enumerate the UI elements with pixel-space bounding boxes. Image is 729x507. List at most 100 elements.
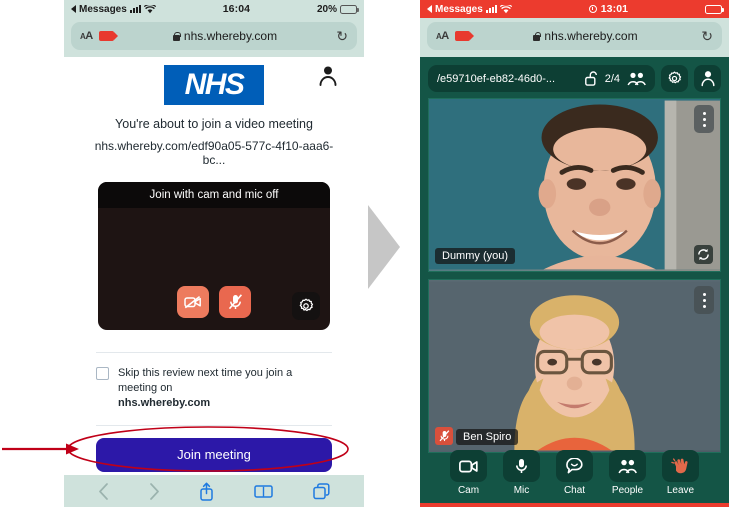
safari-url-bar[interactable]: AA nhs.whereby.com ↻	[71, 22, 357, 50]
microphone-muted-icon	[435, 427, 453, 445]
back-app-label: Messages	[435, 3, 483, 15]
camera-icon	[459, 460, 478, 472]
page-headline: You're about to join a video meeting	[115, 117, 313, 131]
whereby-room-bar: /e59710ef-eb82-46d0-... 2/4	[420, 57, 729, 98]
nhs-logo: NHS	[164, 65, 264, 105]
tabs-icon[interactable]	[313, 482, 330, 500]
gear-icon	[668, 71, 682, 84]
ios-status-bar-recording: Messages 13:01	[420, 0, 729, 18]
chevron-right-icon[interactable]	[149, 482, 160, 500]
join-meeting-button[interactable]: Join meeting	[96, 437, 332, 472]
tile-spacer	[420, 272, 729, 279]
status-bar-time: 16:04	[222, 3, 251, 15]
waving-hand-icon	[671, 458, 688, 474]
cam-label: Cam	[457, 485, 480, 496]
room-settings-button[interactable]	[661, 65, 688, 92]
toolbar-item-cam[interactable]: Cam	[447, 450, 491, 496]
camera-recording-icon	[454, 31, 474, 41]
url-text: nhs.whereby.com	[183, 29, 278, 43]
divider-bottom	[96, 424, 332, 426]
text-size-aa-button[interactable]: AA	[436, 30, 449, 42]
self-video-feed	[429, 100, 720, 270]
toolbar-item-people[interactable]: People	[606, 450, 650, 496]
person-icon[interactable]	[318, 65, 338, 87]
chat-label: Chat	[563, 485, 586, 496]
person-icon	[700, 71, 715, 87]
video-preview-panel: Join with cam and mic off	[98, 182, 330, 330]
status-bar-right	[705, 4, 724, 14]
preview-settings-button[interactable]	[292, 292, 320, 320]
profile-button[interactable]	[694, 65, 721, 92]
book-icon[interactable]	[254, 484, 274, 499]
ios-status-bar: Messages 16:04 20%	[64, 0, 364, 18]
padlock-icon	[533, 31, 542, 41]
whereby-bottom-toolbar: Cam Mic Chat People Leave	[420, 447, 729, 503]
back-app-label: Messages	[79, 3, 127, 15]
nhs-logo-text: NHS	[184, 68, 245, 101]
skip-review-line1: Skip this review next time you join a me…	[118, 367, 293, 394]
video-tile-participant[interactable]: Ben Spiro	[428, 279, 721, 453]
room-id-pill[interactable]: /e59710ef-eb82-46d0-... 2/4	[428, 65, 655, 92]
screenshot-root: Messages 16:04 20% AA nhs.whereby.com ↻ …	[0, 0, 729, 507]
microphone-off-toggle-button[interactable]	[219, 286, 251, 318]
cellular-bars-icon	[129, 5, 141, 13]
reload-icon[interactable]: ↻	[336, 29, 348, 43]
participant-name-label: Dummy (you)	[435, 248, 516, 264]
text-size-aa-button[interactable]: AA	[80, 30, 93, 42]
status-bar-right: 20%	[316, 3, 359, 15]
back-triangle-icon	[71, 5, 76, 13]
skip-review-row[interactable]: Skip this review next time you join a me…	[96, 366, 332, 411]
kebab-menu-icon[interactable]	[694, 286, 714, 314]
url-text: nhs.whereby.com	[544, 29, 638, 43]
url-display[interactable]: nhs.whereby.com	[476, 29, 696, 43]
unlocked-padlock-icon[interactable]	[584, 71, 598, 86]
skip-review-checkbox[interactable]	[96, 367, 109, 380]
mic-button[interactable]	[503, 450, 540, 482]
video-tile-self[interactable]: Dummy (you)	[428, 98, 721, 272]
people-button[interactable]	[609, 450, 646, 482]
skip-review-label: Skip this review next time you join a me…	[118, 366, 332, 411]
cellular-bars-icon	[485, 5, 497, 13]
share-icon[interactable]	[199, 482, 214, 501]
camera-recording-icon	[98, 31, 118, 41]
wifi-icon	[143, 4, 156, 13]
chevron-left-icon[interactable]	[98, 482, 109, 500]
microphone-off-icon	[228, 294, 242, 310]
skip-review-line2: nhs.whereby.com	[118, 396, 211, 409]
room-url-text: nhs.whereby.com/edf90a05-577c-4f10-aaa6-…	[94, 139, 334, 167]
leave-label: Leave	[666, 485, 695, 496]
url-display[interactable]: nhs.whereby.com	[120, 29, 331, 43]
whereby-preroom-page: NHS You're about to join a video meeting…	[64, 57, 364, 507]
safari-url-bar[interactable]: AA nhs.whereby.com ↻	[427, 22, 722, 50]
chat-bubble-icon	[566, 458, 583, 474]
people-label: People	[611, 485, 644, 496]
kebab-menu-icon[interactable]	[694, 105, 714, 133]
room-id-label: /e59710ef-eb82-46d0-...	[437, 72, 556, 85]
leave-button[interactable]	[662, 450, 699, 482]
left-phone-screenshot: Messages 16:04 20% AA nhs.whereby.com ↻ …	[64, 0, 364, 507]
page-header: NHS	[86, 57, 342, 105]
microphone-icon	[516, 459, 527, 473]
join-meeting-label: Join meeting	[177, 447, 251, 463]
reload-icon[interactable]: ↻	[701, 29, 713, 43]
people-icon[interactable]	[627, 72, 646, 86]
camera-off-toggle-button[interactable]	[177, 286, 209, 318]
chat-button[interactable]	[556, 450, 593, 482]
toolbar-item-chat[interactable]: Chat	[553, 450, 597, 496]
battery-percent-label: 20%	[316, 3, 337, 15]
toolbar-item-mic[interactable]: Mic	[500, 450, 544, 496]
battery-icon	[340, 4, 359, 14]
cam-button[interactable]	[450, 450, 487, 482]
wifi-icon	[499, 4, 512, 13]
safari-url-bar-container: AA nhs.whereby.com ↻	[420, 18, 729, 57]
divider-top	[96, 352, 332, 353]
toolbar-item-leave[interactable]: Leave	[659, 450, 703, 496]
camera-off-icon	[184, 295, 201, 309]
mic-label: Mic	[513, 485, 530, 496]
flip-camera-icon[interactable]	[694, 245, 713, 264]
right-phone-screenshot: Messages 13:01 AA nhs.whereby.com ↻ /e59…	[420, 0, 729, 507]
recording-footer-bar	[420, 503, 729, 507]
back-triangle-icon	[427, 5, 432, 13]
status-bar-left: Messages	[427, 4, 512, 15]
preview-banner-label: Join with cam and mic off	[98, 182, 330, 208]
